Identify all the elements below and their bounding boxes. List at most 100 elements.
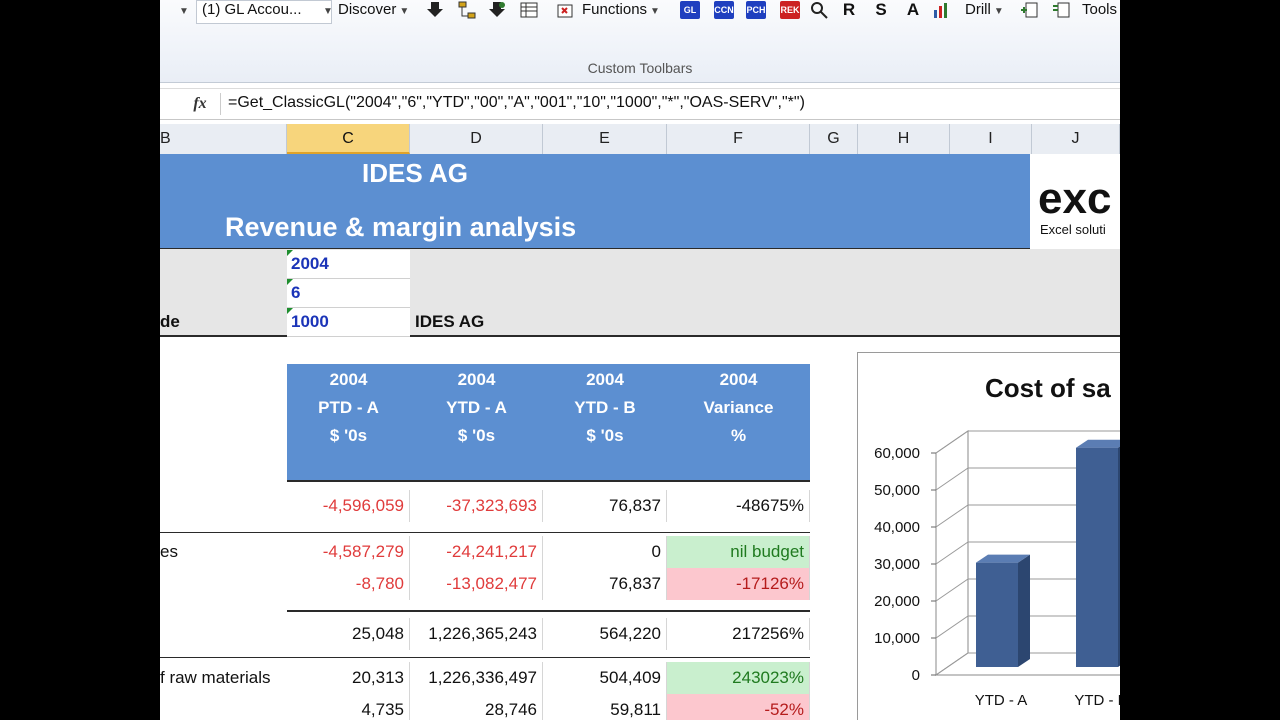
- download-arrow-icon[interactable]: [426, 1, 444, 19]
- table-cell[interactable]: -13,082,477: [410, 568, 543, 600]
- cost-of-sales-chart[interactable]: Cost of sa 0 10,000 20,000 30,000 40,000 50,0…: [857, 352, 1120, 720]
- header-year: 2004: [457, 370, 496, 389]
- sheet-icon[interactable]: [520, 1, 538, 19]
- search-icon[interactable]: [810, 1, 828, 19]
- formula-bar: fx =Get_ClassicGL("2004","6","YTD","00",…: [160, 88, 1120, 120]
- table-cell[interactable]: 28,746: [410, 694, 543, 720]
- ccn-function-icon[interactable]: CCN: [714, 1, 734, 19]
- refresh-download-icon[interactable]: [488, 1, 506, 19]
- chart-plot: 0 10,000 20,000 30,000 40,000 50,000 60,000 YTD…: [874, 430, 1120, 709]
- function-icon: [557, 4, 573, 18]
- column-header-g[interactable]: G: [810, 124, 858, 154]
- drill-button[interactable]: Drill ▼: [965, 0, 1004, 22]
- y-axis-tick-label: 0: [912, 667, 920, 684]
- custom-toolbars-group-label: Custom Toolbars: [587, 60, 693, 76]
- pch-function-icon[interactable]: PCH: [746, 1, 766, 19]
- tools-icon: [1053, 2, 1070, 18]
- formula-input[interactable]: =Get_ClassicGL("2004","6","YTD","00","A"…: [228, 94, 805, 112]
- table-cell[interactable]: -24,241,217: [410, 536, 543, 568]
- column-header-e[interactable]: E: [543, 124, 667, 154]
- y-axis-tick-label: 60,000: [874, 445, 920, 462]
- header-unit: %: [730, 426, 747, 445]
- functions-label: Functions: [582, 1, 648, 18]
- drill-label: Drill: [965, 1, 991, 18]
- gl-account-dropdown-arrow[interactable]: ▼: [320, 0, 333, 22]
- hierarchy-icon[interactable]: [458, 1, 476, 19]
- ribbon-scroll-arrow[interactable]: ▼: [176, 0, 189, 22]
- header-measure: Variance: [703, 398, 774, 417]
- table-cell[interactable]: 1,226,336,497: [410, 662, 543, 694]
- table-cell[interactable]: 1,226,365,243: [410, 618, 543, 650]
- table-cell[interactable]: 0: [543, 536, 667, 568]
- table-cell[interactable]: 243023%: [667, 662, 810, 694]
- tools-button[interactable]: Tools: [1082, 0, 1117, 22]
- row-label: es: [160, 542, 178, 561]
- report-r-icon[interactable]: R: [840, 1, 858, 19]
- table-cell[interactable]: 25,048: [287, 618, 410, 650]
- report-a-icon[interactable]: A: [904, 1, 922, 19]
- insert-rows-icon[interactable]: [1020, 1, 1038, 19]
- table-cell[interactable]: 76,837: [543, 490, 667, 522]
- table-cell[interactable]: 4,735: [287, 694, 410, 720]
- column-header-h[interactable]: H: [858, 124, 950, 154]
- header-unit: $ '0s: [586, 426, 624, 445]
- header-unit: $ '0s: [329, 426, 368, 445]
- column-header-j[interactable]: J: [1032, 124, 1120, 154]
- chart-bar-side: [1018, 554, 1030, 667]
- company-title: IDES AG: [362, 158, 468, 188]
- chart-icon[interactable]: [932, 1, 950, 19]
- report-subtitle: Revenue & margin analysis: [225, 212, 577, 242]
- insert-function-button[interactable]: fx: [180, 93, 221, 115]
- table-cell[interactable]: nil budget: [667, 536, 810, 568]
- table-cell[interactable]: -8,780: [287, 568, 410, 600]
- column-header-d[interactable]: D: [410, 124, 543, 154]
- table-cell[interactable]: -37,323,693: [410, 490, 543, 522]
- table-cell[interactable]: -52%: [667, 694, 810, 720]
- header-variance: 2004 Variance %: [667, 364, 810, 480]
- excel-window: ▼ (1) GL Accou... ▼ Discover ▼ Functions ▼…: [160, 0, 1120, 720]
- period-cell[interactable]: [287, 279, 410, 308]
- column-header-i[interactable]: I: [950, 124, 1032, 154]
- table-cell[interactable]: -17126%: [667, 568, 810, 600]
- ribbon: ▼ (1) GL Accou... ▼ Discover ▼ Functions ▼…: [160, 0, 1120, 83]
- gl-account-dropdown-label: (1) GL Accou...: [202, 1, 302, 18]
- chevron-down-icon: ▼: [650, 6, 660, 17]
- discover-button[interactable]: Discover ▼: [338, 0, 409, 22]
- year-value: 2004: [291, 254, 329, 273]
- y-axis-tick-label: 50,000: [874, 482, 920, 499]
- header-year: 2004: [329, 370, 368, 389]
- header-measure: YTD - B: [574, 398, 636, 417]
- row-divider: [160, 532, 810, 533]
- report-s-icon[interactable]: S: [872, 1, 890, 19]
- y-axis-tick-label: 20,000: [874, 593, 920, 610]
- table-cell[interactable]: 504,409: [543, 662, 667, 694]
- chart-bar-side: [1118, 446, 1120, 667]
- functions-button[interactable]: Functions ▼: [582, 0, 660, 22]
- gl-function-icon[interactable]: GL: [680, 1, 700, 19]
- table-cell[interactable]: 564,220: [543, 618, 667, 650]
- column-header-b[interactable]: B: [160, 124, 287, 154]
- table-cell[interactable]: 59,811: [543, 694, 667, 720]
- table-cell[interactable]: 20,313: [287, 662, 410, 694]
- y-axis-tick-label: 10,000: [874, 630, 920, 647]
- discover-label: Discover: [338, 1, 397, 18]
- table-cell[interactable]: -48675%: [667, 490, 810, 522]
- chart-bar-top: [1076, 439, 1120, 448]
- period-value: 6: [291, 283, 301, 302]
- header-measure: YTD - A: [446, 398, 507, 417]
- chart-bar: [976, 562, 1018, 667]
- column-header-f[interactable]: F: [667, 124, 810, 154]
- row-divider: [287, 610, 810, 612]
- table-cell[interactable]: 76,837: [543, 568, 667, 600]
- header-measure: PTD - A: [318, 398, 379, 417]
- table-cell[interactable]: -4,587,279: [287, 536, 410, 568]
- header-year: 2004: [586, 370, 624, 389]
- column-header-c[interactable]: C: [287, 124, 410, 154]
- x-axis-category-label: YTD - A: [975, 692, 1028, 709]
- row-divider: [160, 657, 810, 658]
- table-cell[interactable]: -4,596,059: [287, 490, 410, 522]
- table-cell[interactable]: 217256%: [667, 618, 810, 650]
- chevron-down-icon: ▼: [993, 6, 1004, 17]
- logo: exc Excel soluti: [1030, 154, 1120, 248]
- rek-function-icon[interactable]: REK: [780, 1, 800, 19]
